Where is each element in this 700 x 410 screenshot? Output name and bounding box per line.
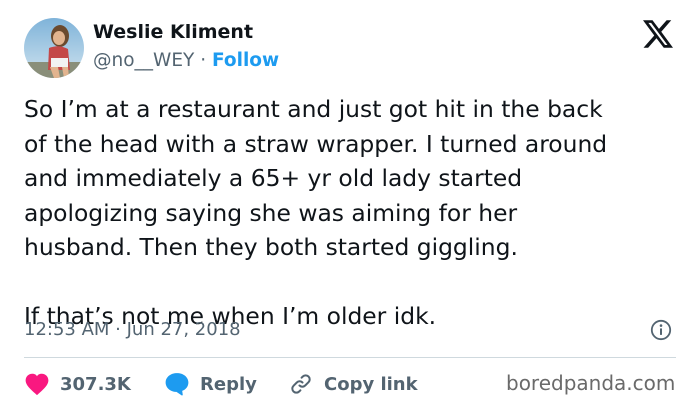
like-count: 307.3K [60,373,131,395]
tweet-line: of the head with a straw wrapper. I turn… [24,129,608,158]
like-button[interactable]: 307.3K [24,371,131,397]
reply-button[interactable]: Reply [164,371,257,397]
info-circle-glyph [650,319,672,341]
profile-photo-icon [24,18,84,78]
watermark: boredpanda.com [506,371,676,395]
copy-link-label: Copy link [324,373,418,395]
author-handle[interactable]: @no__WEY [93,50,194,71]
handle-separator: · [200,50,207,71]
tweet-line: So I’m at a restaurant and just got hit … [24,95,603,123]
divider [24,357,676,358]
tweet-text: So I’m at a restaurant and just got hit … [24,92,684,334]
heart-icon [25,373,49,396]
author-handle-row: @no__WEY · Follow [93,50,279,71]
link-icon [291,374,311,394]
x-logo-icon[interactable] [643,20,673,48]
tweet-line: and immediately a 65+ yr old lady starte… [24,164,523,192]
author-avatar[interactable] [24,18,84,78]
follow-button[interactable]: Follow [212,50,279,71]
reply-label: Reply [200,373,257,395]
x-logo-glyph [643,20,673,48]
tweet-line: husband. Then they both started giggling… [24,233,518,261]
copy-link-button[interactable]: Copy link [288,371,418,397]
info-icon[interactable] [650,319,672,341]
tweet-timestamp[interactable]: 12:53 AM · Jun 27, 2018 [24,319,241,340]
reply-bubble-icon [165,373,189,396]
tweet-line: apologizing saying she was aiming for he… [24,198,518,227]
tweet-paragraph-break [24,265,684,300]
author-display-name[interactable]: Weslie Kliment [93,21,253,43]
